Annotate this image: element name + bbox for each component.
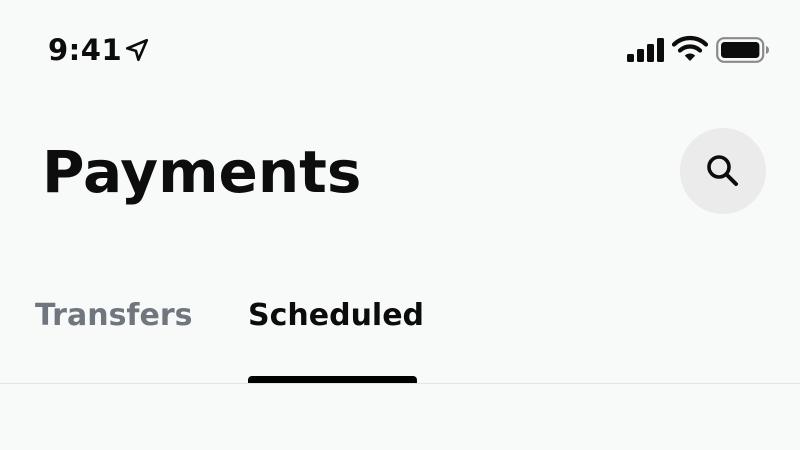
location-arrow-icon xyxy=(125,38,149,62)
cellular-signal-icon xyxy=(627,38,664,62)
scheduled-content-area xyxy=(0,384,800,450)
page-title: Payments xyxy=(42,138,362,206)
payments-screen: 9:41 Payments Transfers Scheduled xyxy=(0,0,800,450)
search-button[interactable] xyxy=(680,128,766,214)
tab-transfers[interactable]: Transfers xyxy=(35,296,192,336)
wifi-icon xyxy=(672,36,708,61)
search-icon xyxy=(707,155,738,186)
tab-scheduled[interactable]: Scheduled xyxy=(248,296,424,336)
status-time: 9:41 xyxy=(48,33,123,67)
payments-tabs: Transfers Scheduled xyxy=(0,280,800,384)
battery-full-icon xyxy=(716,37,769,63)
status-bar: 9:41 xyxy=(0,0,800,100)
